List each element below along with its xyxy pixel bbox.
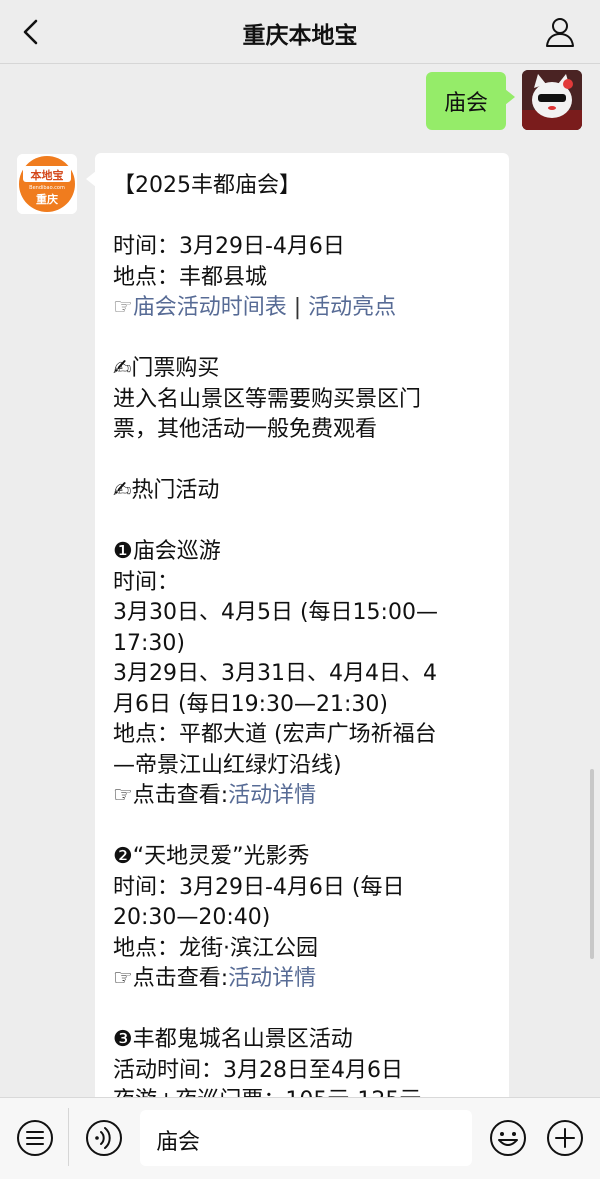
activity-2-text: 时间：3月29日-4月6日 (每日 (113, 874, 405, 900)
plus-icon[interactable] (545, 1118, 585, 1158)
activity-1-text: 3月30日、4月5日 (每日15:00— (113, 600, 438, 625)
activity-1-text: —帝景江山红绿灯沿线) (113, 752, 342, 778)
outgoing-message[interactable]: 庙会 (425, 72, 516, 130)
activity-1-text: 月6日 (每日19:30—21:30) (113, 691, 388, 717)
emoji-icon[interactable] (488, 1118, 528, 1158)
activity-2-text: 20:30—20:40) (113, 905, 271, 930)
activity-1-text: 地点：平都大道 (宏声广场祈福台 (113, 722, 437, 747)
reply-links-row: ☞庙会活动时间表 | 活动亮点 (113, 293, 491, 324)
incoming-message: 【2025丰都庙会】 时间：3月29日-4月6日 地点：丰都县城 ☞庙会活动时间… (86, 153, 509, 1097)
menu-list-icon[interactable] (15, 1118, 55, 1158)
voice-icon[interactable] (84, 1118, 124, 1158)
activity-2-title: ❷“天地灵爱”光影秀 (113, 844, 310, 869)
user-avatar[interactable] (522, 70, 582, 130)
activity-1-title: ❶庙会巡游 (113, 539, 221, 564)
person-icon[interactable] (544, 16, 576, 48)
activity-3-text: 活动时间：3月28日至4月6日 (113, 1057, 403, 1083)
composer-divider (68, 1108, 69, 1166)
svg-text:重庆: 重庆 (36, 192, 58, 206)
top-bar: 重庆本地宝 (0, 0, 600, 64)
scrollbar-thumb[interactable] (590, 769, 594, 959)
highlights-link[interactable]: 活动亮点 (308, 295, 396, 320)
activity-3-text: 夜游+夜巡门票：105元-125元 (113, 1086, 491, 1097)
ticket-heading: ✍门票购买 (113, 356, 220, 381)
composer-bar: 庙会 (0, 1097, 600, 1179)
chat-area[interactable]: 庙会 本地宝 Bendibao.com 重庆 【2025丰都庙会】 时间：3月2… (0, 64, 600, 1097)
activity-2-details-link[interactable]: 活动详情 (228, 966, 316, 991)
activity-1-more-label: ☞点击查看: (113, 783, 229, 808)
activity-1-text: 17:30) (113, 630, 185, 656)
schedule-link[interactable]: 庙会活动时间表 (133, 295, 287, 320)
reply-title: 【2025丰都庙会】 (113, 173, 301, 198)
activity-2-more: ☞点击查看:活动详情 (113, 964, 491, 995)
pointing-hand-icon: ☞ (113, 295, 133, 320)
reply-time: 时间：3月29日-4月6日 (113, 234, 345, 259)
message-input[interactable]: 庙会 (140, 1110, 472, 1166)
activity-1-details-link[interactable]: 活动详情 (228, 783, 316, 808)
svg-text:Bendibao.com: Bendibao.com (29, 185, 65, 191)
activity-1-text: 3月29日、3月31日、4月4日、4 (113, 661, 437, 686)
svg-text:本地宝: 本地宝 (31, 168, 64, 182)
activity-1-more: ☞点击查看:活动详情 (113, 781, 491, 812)
account-avatar[interactable]: 本地宝 Bendibao.com 重庆 (17, 154, 77, 214)
activity-2-text: 地点：龙街·滨江公园 (113, 935, 318, 961)
activity-3-title: ❸丰都鬼城名山景区活动 (113, 1027, 353, 1052)
ticket-text-1: 进入名山景区等需要购买景区门 (113, 386, 422, 412)
activity-1-text: 时间： (113, 569, 180, 595)
link-separator: | (286, 295, 309, 320)
activity-2-more-label: ☞点击查看: (113, 966, 229, 991)
ticket-text-2: 票，其他活动一般免费观看 (113, 417, 378, 442)
page-title: 重庆本地宝 (242, 23, 358, 49)
user-avatar-image (522, 70, 582, 130)
hot-heading: ✍热门活动 (113, 478, 220, 503)
reply-place: 地点：丰都县城 (113, 264, 268, 290)
bendibao-logo: 本地宝 Bendibao.com 重庆 (17, 154, 77, 214)
